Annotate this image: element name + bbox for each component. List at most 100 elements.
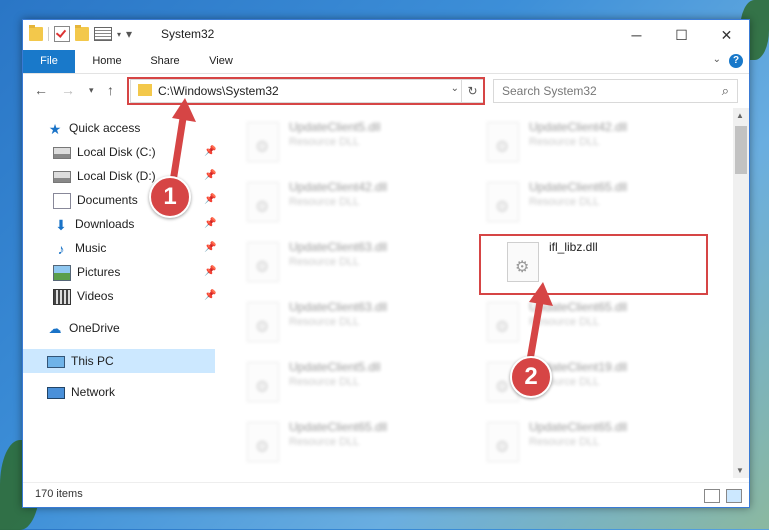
- dll-file-icon: [247, 182, 279, 222]
- file-item[interactable]: UpdateClient19.dll Resource DLL: [459, 354, 689, 406]
- pin-icon[interactable]: 📌: [204, 284, 216, 308]
- customize-toolbar-chevron-icon[interactable]: ▾: [117, 30, 121, 39]
- up-arrow-icon[interactable]: ↑: [107, 82, 114, 98]
- search-placeholder[interactable]: Search System32: [502, 84, 597, 98]
- search-box[interactable]: Search System32 ⌕: [493, 79, 738, 103]
- music-note-icon: ♪: [57, 240, 65, 257]
- file-item[interactable]: UpdateClient65.dll Resource DLL: [219, 414, 449, 466]
- expand-ribbon-icon[interactable]: ⌄: [713, 54, 721, 65]
- computer-icon: [47, 355, 65, 368]
- item-count: 170 items: [35, 488, 83, 500]
- new-folder-icon[interactable]: [75, 25, 89, 41]
- sidebar-item-pictures[interactable]: Pictures 📌: [53, 260, 216, 284]
- sidebar-item-label: Pictures: [77, 265, 121, 279]
- help-icon[interactable]: ?: [729, 54, 743, 68]
- dll-file-icon: [247, 302, 279, 342]
- file-highlight-box: [479, 234, 708, 295]
- star-icon: ★: [48, 120, 62, 137]
- file-item[interactable]: UpdateClient5.dll Resource DLL: [219, 354, 449, 406]
- sidebar-item-quick-access[interactable]: ★ Quick access: [47, 116, 141, 140]
- sidebar-item-label: Videos: [77, 289, 114, 303]
- file-type: Resource DLL: [529, 316, 600, 328]
- file-item[interactable]: UpdateClient42.dll Resource DLL: [219, 174, 449, 226]
- file-item[interactable]: UpdateClient65.dll Resource DLL: [459, 294, 689, 346]
- sidebar-item-local-disk-c[interactable]: Local Disk (C:) 📌: [53, 140, 216, 164]
- properties-check-icon[interactable]: [54, 26, 70, 42]
- dll-file-icon: [247, 242, 279, 282]
- search-icon[interactable]: ⌕: [722, 83, 729, 99]
- file-type: Resource DLL: [529, 436, 600, 448]
- picture-icon: [53, 264, 71, 281]
- sidebar-item-music[interactable]: ♪ Music 📌: [53, 236, 217, 260]
- sidebar-item-label: Local Disk (C:): [77, 145, 156, 159]
- scroll-thumb[interactable]: [735, 126, 747, 174]
- window-controls: ─ ☐ ✕: [614, 20, 749, 50]
- file-name: UpdateClient65.dll: [529, 180, 628, 194]
- explorer-window: ▾ ▾ System32 ─ ☐ ✕ File Home Share View …: [22, 19, 750, 508]
- quick-access-toolbar: ▾ ▾: [29, 25, 132, 42]
- sidebar-item-label: Music: [75, 241, 107, 255]
- sidebar-item-this-pc[interactable]: This PC: [47, 349, 114, 373]
- file-name: UpdateClient5.dll: [289, 120, 381, 134]
- file-type: Resource DLL: [529, 196, 600, 208]
- window-title: System32: [161, 27, 215, 41]
- close-button[interactable]: ✕: [704, 20, 749, 50]
- recent-locations-icon[interactable]: ▾: [89, 85, 94, 96]
- dll-file-icon: [487, 182, 519, 222]
- file-type: Resource DLL: [289, 436, 360, 448]
- step-2-badge: 2: [510, 356, 552, 398]
- sidebar-item-local-disk-d[interactable]: Local Disk (D:) 📌: [53, 164, 216, 188]
- sidebar-item-label: Documents: [77, 193, 138, 207]
- navigation-pane: ★ Quick access Local Disk (C:) 📌 Local Di…: [23, 108, 217, 478]
- dll-file-icon: [487, 122, 519, 162]
- tab-share[interactable]: Share: [143, 50, 187, 73]
- vertical-scrollbar[interactable]: ▲ ▼: [733, 108, 749, 478]
- scroll-up-icon[interactable]: ▲: [736, 111, 744, 120]
- pin-toolbar-icon[interactable]: ▾: [126, 27, 132, 41]
- large-icons-view-icon[interactable]: [726, 489, 742, 503]
- file-item[interactable]: UpdateClient65.dll Resource DLL: [459, 414, 689, 466]
- pin-icon[interactable]: 📌: [204, 164, 216, 188]
- maximize-button[interactable]: ☐: [659, 20, 704, 50]
- file-name: UpdateClient63.dll: [289, 240, 388, 254]
- tab-file[interactable]: File: [23, 50, 75, 73]
- sidebar-item-videos[interactable]: Videos 📌: [53, 284, 216, 308]
- document-icon: [53, 192, 71, 209]
- file-item[interactable]: UpdateClient63.dll Resource DLL: [219, 234, 449, 286]
- forward-arrow-icon[interactable]: →: [61, 82, 75, 98]
- file-item[interactable]: UpdateClient5.dll Resource DLL: [219, 114, 449, 166]
- file-name: UpdateClient5.dll: [289, 360, 381, 374]
- pin-icon[interactable]: 📌: [204, 188, 216, 212]
- cloud-icon: ☁: [48, 320, 62, 336]
- drive-icon: [53, 170, 71, 183]
- file-type: Resource DLL: [529, 136, 600, 148]
- properties-icon[interactable]: [94, 27, 112, 41]
- sidebar-item-onedrive[interactable]: ☁ OneDrive: [47, 316, 120, 340]
- scroll-down-icon[interactable]: ▼: [736, 466, 744, 475]
- pin-icon[interactable]: 📌: [204, 140, 216, 164]
- sidebar-item-label: Network: [71, 385, 116, 399]
- file-item[interactable]: UpdateClient65.dll Resource DLL: [459, 174, 689, 226]
- tab-home[interactable]: Home: [85, 50, 129, 73]
- minimize-button[interactable]: ─: [614, 20, 659, 50]
- file-type: Resource DLL: [289, 316, 360, 328]
- sidebar-item-network[interactable]: Network: [47, 380, 115, 404]
- pin-icon[interactable]: 📌: [204, 236, 216, 260]
- pin-icon[interactable]: 📌: [204, 260, 216, 284]
- dll-file-icon: [247, 362, 279, 402]
- pin-icon[interactable]: 📌: [204, 212, 216, 236]
- tab-view[interactable]: View: [199, 50, 243, 73]
- file-item[interactable]: UpdateClient42.dll Resource DLL: [459, 114, 689, 166]
- title-bar: ▾ ▾ System32 ─ ☐ ✕: [23, 20, 749, 50]
- sidebar-item-label: Quick access: [69, 121, 141, 135]
- file-name: UpdateClient42.dll: [529, 120, 628, 134]
- status-bar: 170 items: [23, 482, 749, 507]
- details-view-icon[interactable]: [704, 489, 720, 503]
- sidebar-item-downloads[interactable]: ⬇ Downloads 📌: [53, 212, 216, 236]
- file-type: Resource DLL: [289, 196, 360, 208]
- back-arrow-icon[interactable]: ←: [34, 82, 48, 98]
- dll-file-icon: [247, 122, 279, 162]
- sidebar-item-label: Downloads: [75, 217, 135, 231]
- file-item[interactable]: UpdateClient63.dll Resource DLL: [219, 294, 449, 346]
- dll-file-icon: [487, 422, 519, 462]
